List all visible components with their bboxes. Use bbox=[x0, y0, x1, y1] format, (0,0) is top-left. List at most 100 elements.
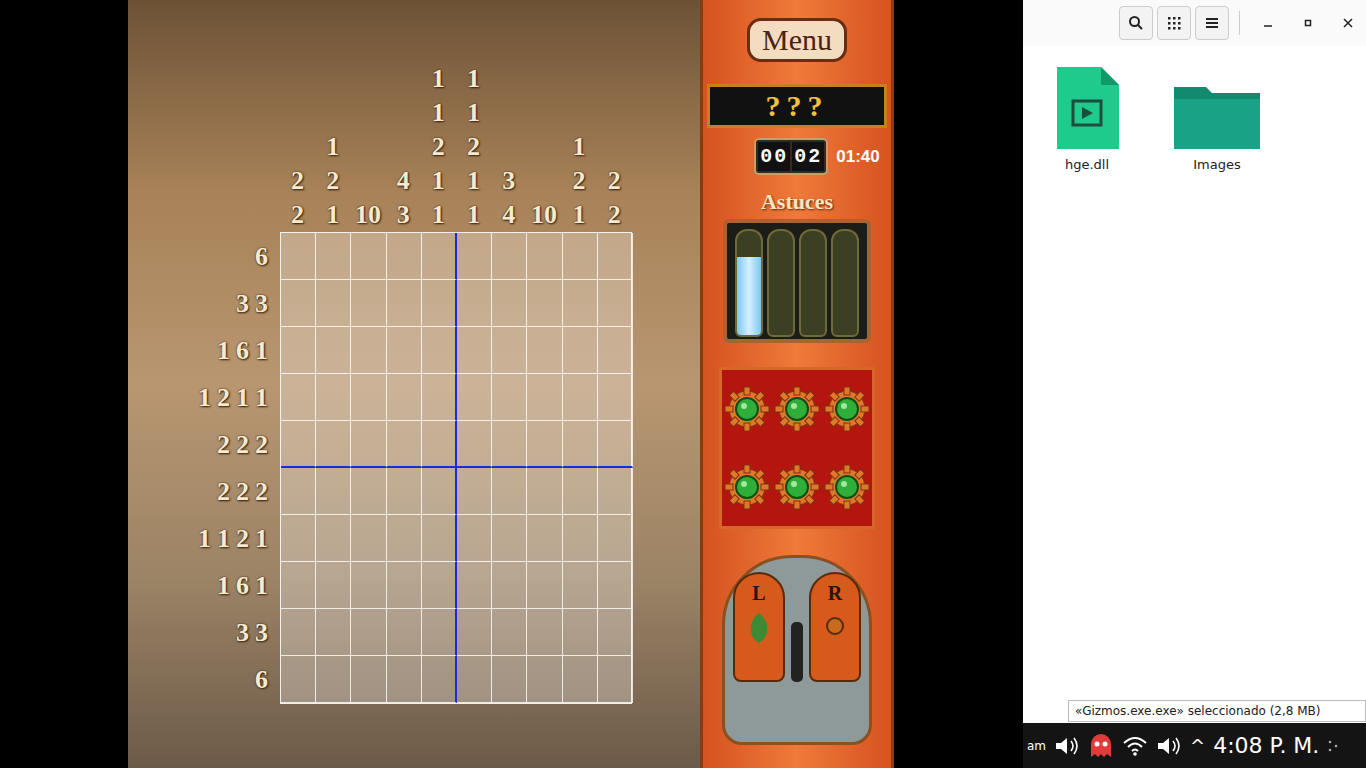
close-button[interactable] bbox=[1330, 7, 1366, 39]
ghost-icon[interactable] bbox=[1088, 733, 1114, 759]
grid-cell[interactable] bbox=[598, 515, 633, 562]
right-button[interactable]: R bbox=[809, 572, 861, 682]
grid-cell[interactable] bbox=[492, 515, 527, 562]
grid-cell[interactable] bbox=[492, 562, 527, 609]
grid-cell[interactable] bbox=[281, 468, 316, 515]
gear-gem-icon[interactable] bbox=[824, 386, 870, 432]
grid-cell[interactable] bbox=[563, 609, 598, 656]
grid-cell[interactable] bbox=[492, 656, 527, 703]
grid-cell[interactable] bbox=[351, 562, 386, 609]
grid-cell[interactable] bbox=[598, 374, 633, 421]
grid-cell[interactable] bbox=[281, 609, 316, 656]
grid-cell[interactable] bbox=[316, 421, 351, 468]
grid-cell[interactable] bbox=[387, 280, 422, 327]
grid-cell[interactable] bbox=[492, 421, 527, 468]
grid-cell[interactable] bbox=[598, 327, 633, 374]
grid-cell[interactable] bbox=[281, 374, 316, 421]
grid-cell[interactable] bbox=[316, 233, 351, 280]
grid-cell[interactable] bbox=[598, 421, 633, 468]
grid-cell[interactable] bbox=[387, 421, 422, 468]
grid-cell[interactable] bbox=[527, 233, 562, 280]
grid-cell[interactable] bbox=[281, 233, 316, 280]
grid-cell[interactable] bbox=[422, 562, 457, 609]
tray-expander[interactable]: ^ bbox=[1190, 735, 1205, 756]
file-item[interactable]: Images bbox=[1169, 60, 1265, 172]
grid-cell[interactable] bbox=[563, 421, 598, 468]
grid-cell[interactable] bbox=[527, 515, 562, 562]
gear-gem-icon[interactable] bbox=[724, 464, 770, 510]
grid-cell[interactable] bbox=[527, 656, 562, 703]
grid-cell[interactable] bbox=[527, 468, 562, 515]
vial-icon[interactable] bbox=[735, 229, 763, 337]
grid-cell[interactable] bbox=[457, 374, 492, 421]
grid-cell[interactable] bbox=[598, 468, 633, 515]
grid-cell[interactable] bbox=[316, 327, 351, 374]
grid-cell[interactable] bbox=[422, 327, 457, 374]
grid-cell[interactable] bbox=[351, 421, 386, 468]
grid-cell[interactable] bbox=[598, 233, 633, 280]
grid-cell[interactable] bbox=[281, 562, 316, 609]
maximize-button[interactable] bbox=[1290, 7, 1326, 39]
grid-cell[interactable] bbox=[563, 233, 598, 280]
grid-cell[interactable] bbox=[351, 233, 386, 280]
vial-icon[interactable] bbox=[799, 229, 827, 337]
grid-cell[interactable] bbox=[281, 327, 316, 374]
grid-cell[interactable] bbox=[422, 421, 457, 468]
grid-view-button[interactable] bbox=[1157, 6, 1191, 40]
grid-cell[interactable] bbox=[457, 656, 492, 703]
grid-cell[interactable] bbox=[527, 421, 562, 468]
grid-cell[interactable] bbox=[281, 280, 316, 327]
grid-cell[interactable] bbox=[563, 562, 598, 609]
grid-cell[interactable] bbox=[422, 656, 457, 703]
grid-cell[interactable] bbox=[598, 562, 633, 609]
grid-cell[interactable] bbox=[563, 280, 598, 327]
grid-cell[interactable] bbox=[598, 656, 633, 703]
grid-cell[interactable] bbox=[387, 327, 422, 374]
grid-cell[interactable] bbox=[492, 233, 527, 280]
gear-gem-icon[interactable] bbox=[824, 464, 870, 510]
grid-cell[interactable] bbox=[457, 327, 492, 374]
grid-cell[interactable] bbox=[457, 233, 492, 280]
grid-cell[interactable] bbox=[563, 656, 598, 703]
grid-cell[interactable] bbox=[492, 280, 527, 327]
grid-cell[interactable] bbox=[457, 280, 492, 327]
grid-cell[interactable] bbox=[457, 468, 492, 515]
grid-cell[interactable] bbox=[563, 327, 598, 374]
grid-cell[interactable] bbox=[387, 562, 422, 609]
grid-cell[interactable] bbox=[351, 609, 386, 656]
grid-cell[interactable] bbox=[527, 562, 562, 609]
grid-cell[interactable] bbox=[422, 374, 457, 421]
grid-cell[interactable] bbox=[316, 280, 351, 327]
grid-cell[interactable] bbox=[563, 515, 598, 562]
grid-cell[interactable] bbox=[351, 515, 386, 562]
vial-icon[interactable] bbox=[831, 229, 859, 337]
grid-cell[interactable] bbox=[387, 656, 422, 703]
grid-cell[interactable] bbox=[316, 656, 351, 703]
grid-cell[interactable] bbox=[457, 562, 492, 609]
grid-cell[interactable] bbox=[351, 327, 386, 374]
grid-cell[interactable] bbox=[316, 609, 351, 656]
grid-cell[interactable] bbox=[281, 515, 316, 562]
grid-cell[interactable] bbox=[316, 515, 351, 562]
grid-cell[interactable] bbox=[422, 515, 457, 562]
volume-icon[interactable] bbox=[1054, 735, 1080, 757]
grid-cell[interactable] bbox=[563, 374, 598, 421]
grid-cell[interactable] bbox=[351, 374, 386, 421]
grid-cell[interactable] bbox=[316, 374, 351, 421]
grid-cell[interactable] bbox=[492, 327, 527, 374]
grid-cell[interactable] bbox=[387, 609, 422, 656]
grid-cell[interactable] bbox=[281, 656, 316, 703]
gear-gem-icon[interactable] bbox=[774, 386, 820, 432]
grid-cell[interactable] bbox=[387, 515, 422, 562]
grid-cell[interactable] bbox=[527, 327, 562, 374]
grid-cell[interactable] bbox=[527, 609, 562, 656]
grid-cell[interactable] bbox=[598, 280, 633, 327]
grid-cell[interactable] bbox=[492, 468, 527, 515]
grid-cell[interactable] bbox=[387, 468, 422, 515]
grid-cell[interactable] bbox=[422, 280, 457, 327]
grid-cell[interactable] bbox=[492, 609, 527, 656]
clock[interactable]: 4:08 P. M. bbox=[1213, 733, 1319, 758]
grid-cell[interactable] bbox=[387, 374, 422, 421]
menu-button[interactable]: Menu bbox=[747, 18, 847, 62]
grid-cell[interactable] bbox=[351, 468, 386, 515]
